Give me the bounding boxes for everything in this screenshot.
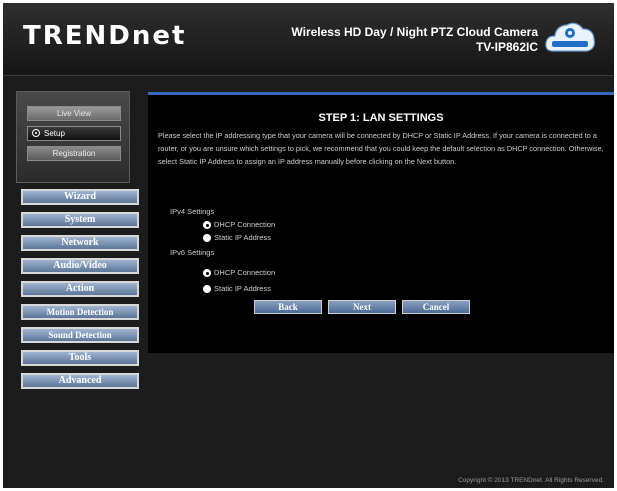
- page-title: STEP 1: LAN SETTINGS: [318, 112, 444, 124]
- ipv4-dhcp-label: DHCP Connection: [214, 220, 276, 229]
- sidebar-item-tools[interactable]: Tools: [21, 350, 139, 366]
- cloud-icon: [545, 22, 595, 52]
- registration-button[interactable]: Registration: [27, 146, 121, 161]
- back-button[interactable]: Back: [254, 300, 322, 314]
- ipv4-static-label: Static IP Address: [214, 233, 271, 242]
- ipv4-dhcp-radio[interactable]: [203, 221, 211, 229]
- ipv6-static-label: Static IP Address: [214, 284, 271, 293]
- sidebar-item-motion-detection[interactable]: Motion Detection: [21, 304, 139, 320]
- setup-label: Setup: [44, 129, 65, 138]
- app-frame: TRENDnet Wireless HD Day / Night PTZ Clo…: [3, 3, 614, 488]
- sidebar-item-action[interactable]: Action: [21, 281, 139, 297]
- live-view-button[interactable]: Live View: [27, 106, 121, 121]
- sidebar-item-advanced[interactable]: Advanced: [21, 373, 139, 389]
- product-name: Wireless HD Day / Night PTZ Cloud Camera: [291, 25, 538, 39]
- sidebar-item-network[interactable]: Network: [21, 235, 139, 251]
- copyright-text: Copyright © 2013 TRENDnet. All Rights Re…: [458, 477, 604, 484]
- ipv4-static-radio[interactable]: [203, 234, 211, 242]
- header: TRENDnet Wireless HD Day / Night PTZ Clo…: [3, 3, 614, 76]
- wizard-panel: STEP 1: LAN SETTINGS Please select the I…: [148, 92, 614, 353]
- product-title: Wireless HD Day / Night PTZ Cloud Camera…: [291, 25, 538, 55]
- next-button[interactable]: Next: [328, 300, 396, 314]
- setup-button[interactable]: Setup: [27, 126, 121, 141]
- sidebar-item-audio-video[interactable]: Audio/Video: [21, 258, 139, 274]
- setup-radio-icon: [32, 129, 40, 137]
- ipv6-dhcp-radio[interactable]: [203, 269, 211, 277]
- view-mode-panel: Live View Setup Registration: [16, 91, 130, 183]
- ipv4-settings-label: IPv4 Settings: [170, 207, 215, 216]
- sidebar-item-sound-detection[interactable]: Sound Detection: [21, 327, 139, 343]
- ipv6-dhcp-label: DHCP Connection: [214, 268, 276, 277]
- product-model: TV-IP862IC: [475, 40, 538, 54]
- sidebar-menu: Wizard System Network Audio/Video Action…: [21, 189, 139, 396]
- wizard-description: Please select the IP addressing type tha…: [158, 131, 604, 166]
- ipv6-static-radio[interactable]: [203, 285, 211, 293]
- sidebar-item-wizard[interactable]: Wizard: [21, 189, 139, 205]
- sidebar: Live View Setup Registration Wizard Syst…: [16, 91, 139, 389]
- sidebar-item-system[interactable]: System: [21, 212, 139, 228]
- ipv6-settings-label: IPv6 Settings: [170, 248, 215, 257]
- cancel-button[interactable]: Cancel: [402, 300, 470, 314]
- trendnet-logo: TRENDnet: [23, 21, 187, 51]
